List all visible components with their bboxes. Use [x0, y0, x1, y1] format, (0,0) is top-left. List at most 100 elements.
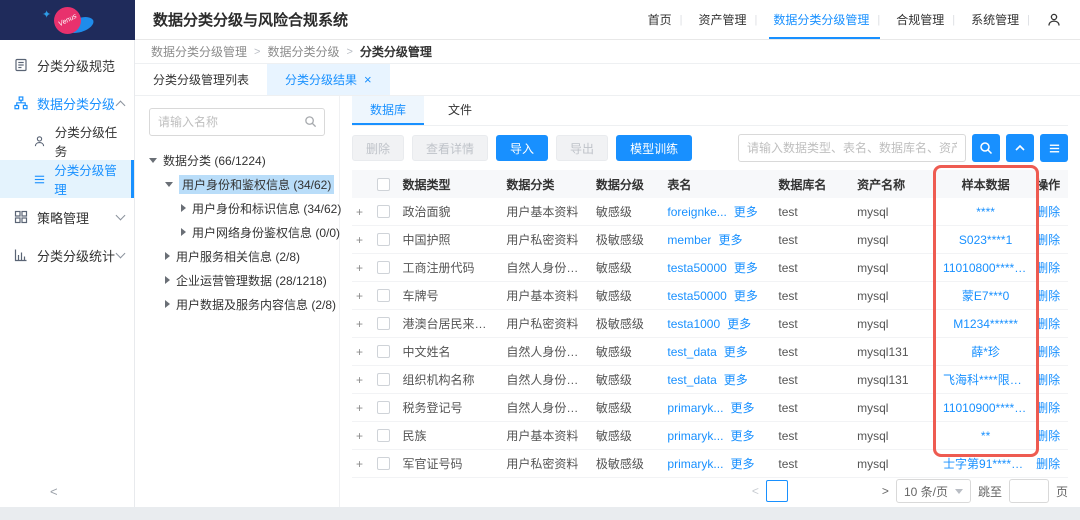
sidebar-item-task[interactable]: 分类分级任务	[0, 122, 134, 160]
tree-caret-icon[interactable]	[181, 204, 186, 212]
tree-caret-icon[interactable]	[149, 158, 157, 163]
delete-row-link[interactable]: 删除	[1036, 457, 1060, 471]
table-name-link[interactable]: test_data	[667, 345, 716, 359]
expand-row-button[interactable]: +	[352, 457, 373, 471]
row-checkbox[interactable]	[377, 457, 390, 470]
more-link[interactable]: 更多	[734, 203, 758, 220]
next-page-button[interactable]: >	[882, 484, 889, 498]
more-link[interactable]: 更多	[724, 343, 748, 360]
user-icon[interactable]	[1046, 12, 1062, 28]
tree-node-label[interactable]: 用户网络身份鉴权信息 (0/0)	[192, 224, 340, 241]
delete-row-link[interactable]: 删除	[1036, 317, 1060, 331]
column-settings-button[interactable]	[1040, 134, 1068, 162]
table-search-input[interactable]	[738, 134, 966, 162]
nav-item[interactable]: 资产管理 |	[689, 0, 764, 39]
table-name-link[interactable]: testa1000	[667, 317, 720, 331]
expand-row-button[interactable]: +	[352, 233, 373, 247]
model-training-button[interactable]: 模型训练	[616, 135, 692, 161]
table-name-link[interactable]: primaryk...	[667, 429, 723, 443]
expand-row-button[interactable]: +	[352, 429, 373, 443]
delete-row-link[interactable]: 删除	[1036, 345, 1060, 359]
page-button[interactable]	[766, 480, 788, 502]
more-link[interactable]: 更多	[724, 371, 748, 388]
tree-node[interactable]: 用户数据及服务内容信息 (2/8)	[149, 292, 325, 316]
tree-node-label[interactable]: 用户数据及服务内容信息 (2/8)	[176, 296, 336, 313]
sidebar-collapse-button[interactable]: <	[50, 484, 58, 499]
tree-caret-icon[interactable]	[165, 182, 173, 187]
table-name-link[interactable]: primaryk...	[667, 457, 723, 471]
more-link[interactable]: 更多	[730, 399, 754, 416]
sidebar-item-spec[interactable]: 分类分级规范	[0, 46, 134, 84]
row-checkbox[interactable]	[377, 345, 390, 358]
sidebar-item-statistics[interactable]: 分类分级统计	[0, 236, 134, 274]
tab-classification-result[interactable]: 分类分级结果 ×	[267, 64, 390, 95]
table-name-link[interactable]: member	[667, 233, 711, 247]
tree-node-label[interactable]: 企业运营管理数据 (28/1218)	[176, 272, 327, 289]
expand-row-button[interactable]: +	[352, 205, 373, 219]
row-checkbox[interactable]	[377, 261, 390, 274]
row-checkbox[interactable]	[377, 317, 390, 330]
nav-item[interactable]: 数据分类分级管理 |	[763, 0, 886, 39]
expand-row-button[interactable]: +	[352, 317, 373, 331]
row-checkbox[interactable]	[377, 373, 390, 386]
tree-node-label[interactable]: 用户服务相关信息 (2/8)	[176, 248, 300, 265]
tree-caret-icon[interactable]	[165, 252, 170, 260]
collapse-search-button[interactable]	[1006, 134, 1034, 162]
tree-node-label[interactable]: 用户身份和标识信息 (34/62)	[192, 200, 341, 217]
tree-node[interactable]: 数据分类 (66/1224)	[149, 148, 325, 172]
tree-node[interactable]: 用户网络身份鉴权信息 (0/0)	[149, 220, 325, 244]
tab-file[interactable]: 文件	[424, 96, 496, 125]
row-checkbox[interactable]	[377, 233, 390, 246]
breadcrumb-item[interactable]: 数据分类分级管理	[151, 43, 247, 60]
export-button[interactable]: 导出	[556, 135, 608, 161]
tree-node-label[interactable]: 数据分类 (66/1224)	[163, 152, 266, 169]
more-link[interactable]: 更多	[730, 427, 754, 444]
expand-row-button[interactable]: +	[352, 289, 373, 303]
tree-node[interactable]: 用户身份和标识信息 (34/62)	[149, 196, 325, 220]
delete-row-link[interactable]: 删除	[1036, 401, 1060, 415]
more-link[interactable]: 更多	[734, 287, 758, 304]
select-all-checkbox[interactable]	[377, 178, 390, 191]
view-details-button[interactable]: 查看详情	[412, 135, 488, 161]
row-checkbox[interactable]	[377, 401, 390, 414]
page-size-select[interactable]: 10 条/页	[896, 479, 971, 503]
table-name-link[interactable]: testa50000	[667, 289, 726, 303]
table-name-link[interactable]: testa50000	[667, 261, 726, 275]
import-button[interactable]: 导入	[496, 135, 548, 161]
delete-row-link[interactable]: 删除	[1036, 289, 1060, 303]
more-link[interactable]: 更多	[727, 315, 751, 332]
sidebar-item-strategy[interactable]: 策略管理	[0, 198, 134, 236]
table-name-link[interactable]: primaryk...	[667, 401, 723, 415]
tree-node-label[interactable]: 用户身份和鉴权信息 (34/62)	[179, 175, 334, 194]
delete-row-link[interactable]: 删除	[1036, 261, 1060, 275]
tab-management-list[interactable]: 分类分级管理列表	[135, 64, 267, 95]
tab-database[interactable]: 数据库	[352, 96, 424, 125]
delete-row-link[interactable]: 删除	[1036, 429, 1060, 443]
breadcrumb-item[interactable]: 数据分类分级	[267, 43, 339, 60]
row-checkbox[interactable]	[377, 429, 390, 442]
nav-item[interactable]: 合规管理 |	[886, 0, 961, 39]
table-name-link[interactable]: foreignke...	[667, 205, 726, 219]
expand-row-button[interactable]: +	[352, 345, 373, 359]
tree-node[interactable]: 企业运营管理数据 (28/1218)	[149, 268, 325, 292]
table-name-link[interactable]: test_data	[667, 373, 716, 387]
more-link[interactable]: 更多	[730, 455, 754, 472]
expand-row-button[interactable]: +	[352, 401, 373, 415]
nav-item[interactable]: 首页 |	[638, 0, 689, 39]
tree-node[interactable]: 用户身份和鉴权信息 (34/62)	[149, 172, 325, 196]
tree-caret-icon[interactable]	[181, 228, 186, 236]
delete-row-link[interactable]: 删除	[1036, 205, 1060, 219]
jump-page-input[interactable]	[1009, 479, 1049, 503]
tree-node[interactable]: 用户服务相关信息 (2/8)	[149, 244, 325, 268]
delete-row-link[interactable]: 删除	[1036, 233, 1060, 247]
page-button[interactable]	[795, 480, 817, 502]
row-checkbox[interactable]	[377, 205, 390, 218]
search-button[interactable]	[972, 134, 1000, 162]
prev-page-button[interactable]: <	[752, 484, 759, 498]
close-icon[interactable]: ×	[364, 73, 372, 86]
expand-row-button[interactable]: +	[352, 261, 373, 275]
more-link[interactable]: 更多	[718, 231, 742, 248]
tree-caret-icon[interactable]	[165, 300, 170, 308]
row-checkbox[interactable]	[377, 289, 390, 302]
expand-row-button[interactable]: +	[352, 373, 373, 387]
